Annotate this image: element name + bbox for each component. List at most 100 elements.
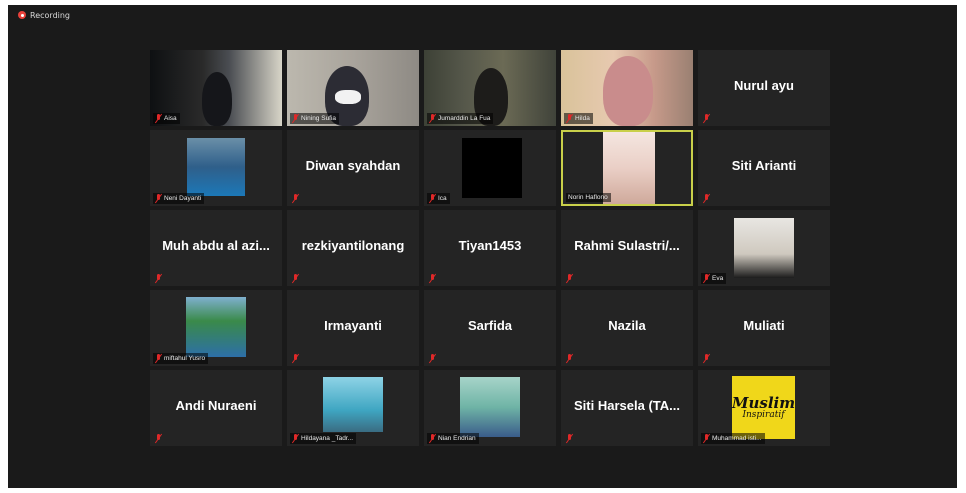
profile-picture: [186, 297, 246, 357]
participant-name: Muhammad isti...: [712, 435, 762, 442]
participant-name: Neni Dayanti: [164, 195, 202, 202]
muted-mic-icon: [292, 194, 299, 203]
muted-mic-icon: [155, 434, 162, 443]
participant-tile[interactable]: rezkiyantilonang: [287, 210, 419, 286]
participant-tile[interactable]: Neni Dayanti: [150, 130, 282, 206]
muted-mic-icon: [292, 274, 299, 283]
participant-tile[interactable]: Nining Sufia: [287, 50, 419, 126]
participant-name: Diwan syahdan: [305, 158, 401, 173]
participant-tile[interactable]: Hilda: [561, 50, 693, 126]
muted-mic-icon: [703, 114, 710, 123]
participant-name: Hildayana _Tadr...: [301, 435, 354, 442]
participant-tile[interactable]: Muliati: [698, 290, 830, 366]
muted-mic-icon: [566, 434, 573, 443]
participant-tile[interactable]: Siti Arianti: [698, 130, 830, 206]
recording-indicator[interactable]: Recording: [18, 9, 70, 21]
muted-mic-icon: [155, 194, 162, 203]
muted-mic-icon: [155, 274, 162, 283]
participant-nametag: miftahul Yusro: [153, 353, 209, 364]
profile-picture: [462, 138, 522, 198]
profile-picture: [734, 218, 794, 278]
participant-tile[interactable]: miftahul Yusro: [150, 290, 282, 366]
participant-name: Eva: [712, 275, 724, 282]
participant-name: Jumarddin La Fua: [438, 115, 491, 122]
participant-tile[interactable]: Aisa: [150, 50, 282, 126]
participant-name: Tiyan1453: [458, 238, 522, 253]
participant-nametag: [153, 433, 165, 444]
muted-mic-icon: [566, 274, 573, 283]
participant-tile[interactable]: Irmayanti: [287, 290, 419, 366]
muted-mic-icon: [703, 274, 710, 283]
participant-nametag: [290, 353, 302, 364]
participant-name: Nazila: [608, 318, 646, 333]
participant-name: Nining Sufia: [301, 115, 337, 122]
participant-nametag: Aisa: [153, 113, 180, 124]
participant-name: Nurul ayu: [734, 78, 794, 93]
muted-mic-icon: [429, 114, 436, 123]
participant-nametag: Nining Sufia: [290, 113, 340, 124]
participant-tile[interactable]: Eva: [698, 210, 830, 286]
participant-name: miftahul Yusro: [164, 355, 206, 362]
participant-name: Muliati: [743, 318, 785, 333]
participant-nametag: Nian Endrian: [427, 433, 479, 444]
participant-tile[interactable]: Ica: [424, 130, 556, 206]
participant-tile[interactable]: Diwan syahdan: [287, 130, 419, 206]
participant-nametag: [427, 273, 439, 284]
participant-nametag: Ica: [427, 193, 450, 204]
muted-mic-icon: [429, 434, 436, 443]
participant-tile[interactable]: Tiyan1453: [424, 210, 556, 286]
participant-name: Ica: [438, 195, 447, 202]
participant-nametag: [701, 353, 713, 364]
participant-name: Siti Arianti: [731, 158, 797, 173]
participant-tile[interactable]: Andi Nuraeni: [150, 370, 282, 446]
participant-tile[interactable]: Muslim Inspiratif Muhammad isti...: [698, 370, 830, 446]
participant-tile[interactable]: Muh abdu al azi...: [150, 210, 282, 286]
profile-picture: [323, 377, 383, 432]
participant-tile[interactable]: Hildayana _Tadr...: [287, 370, 419, 446]
logo-text: Inspiratif: [742, 409, 785, 420]
meeting-window: Recording Aisa Nining Sufia Jumarddin La…: [8, 5, 957, 488]
muted-mic-icon: [429, 354, 436, 363]
participant-nametag: [153, 273, 165, 284]
participant-tile[interactable]: Nian Endrian: [424, 370, 556, 446]
profile-picture: [460, 377, 520, 437]
muted-mic-icon: [292, 114, 299, 123]
muted-mic-icon: [429, 194, 436, 203]
participant-name: Sarfida: [467, 318, 513, 333]
participant-name: Nian Endrian: [438, 435, 476, 442]
participant-name: Norin Haflono: [568, 194, 608, 201]
participant-video: [603, 132, 655, 204]
participant-figure: [202, 72, 232, 126]
participant-nametag: Norin Haflono: [566, 193, 611, 202]
participant-nametag: Jumarddin La Fua: [427, 113, 494, 124]
muted-mic-icon: [566, 354, 573, 363]
participant-nametag: [290, 273, 302, 284]
participant-tile[interactable]: Sarfida: [424, 290, 556, 366]
participant-nametag: [564, 353, 576, 364]
active-speaker-tile[interactable]: Norin Haflono: [561, 130, 693, 206]
participant-tile[interactable]: Rahmi Sulastri/...: [561, 210, 693, 286]
participant-tile[interactable]: Nazila: [561, 290, 693, 366]
participant-name: Muh abdu al azi...: [162, 238, 270, 253]
participant-figure: [603, 56, 653, 126]
participant-nametag: Eva: [701, 273, 727, 284]
participant-name: rezkiyantilonang: [301, 238, 405, 253]
muted-mic-icon: [429, 274, 436, 283]
participant-nametag: [564, 273, 576, 284]
participant-tile[interactable]: Siti Harsela (TA...: [561, 370, 693, 446]
participant-name: Aisa: [164, 115, 177, 122]
muted-mic-icon: [292, 434, 299, 443]
participant-nametag: Muhammad isti...: [701, 433, 765, 444]
participant-name: Irmayanti: [324, 318, 382, 333]
participant-nametag: Neni Dayanti: [153, 193, 205, 204]
participant-name: Siti Harsela (TA...: [574, 398, 680, 413]
participant-nametag: [290, 193, 302, 204]
participant-nametag: Hilda: [564, 113, 593, 124]
face-mask: [335, 90, 361, 104]
participant-tile[interactable]: Nurul ayu: [698, 50, 830, 126]
participant-name: Hilda: [575, 115, 590, 122]
muted-mic-icon: [703, 354, 710, 363]
participant-tile[interactable]: Jumarddin La Fua: [424, 50, 556, 126]
participant-name: Andi Nuraeni: [175, 398, 257, 413]
profile-picture-logo: Muslim Inspiratif: [732, 376, 795, 439]
